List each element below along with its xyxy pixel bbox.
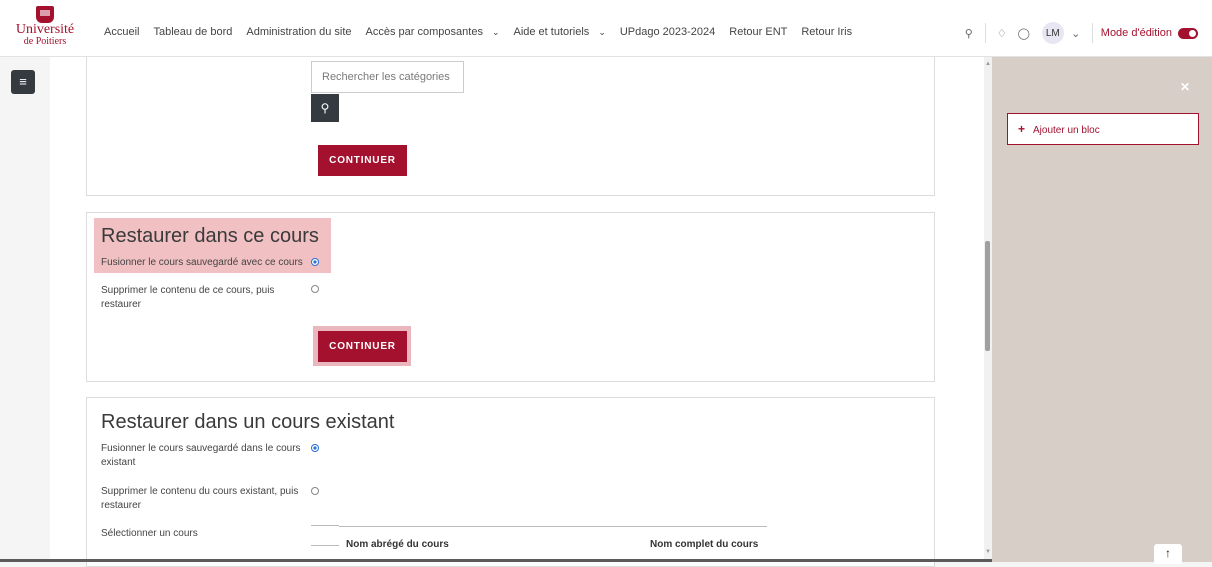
user-avatar[interactable]: LM bbox=[1041, 22, 1064, 44]
option-label-delete-existing: Supprimer le contenu du cours existant, … bbox=[101, 486, 299, 511]
radio-delete-existing[interactable] bbox=[311, 487, 319, 495]
nav-item-retour-ent[interactable]: Retour ENT bbox=[729, 26, 794, 38]
continue-button-this-course[interactable]: CONTINUER bbox=[318, 331, 407, 362]
scroll-up-arrow-icon[interactable]: ▲ bbox=[985, 61, 991, 67]
add-block-button[interactable]: + Ajouter un bloc bbox=[1007, 113, 1199, 145]
continue-button-new-course[interactable]: CONTINUER bbox=[318, 145, 407, 176]
section-title-restore-this-course: Restaurer dans ce cours bbox=[101, 225, 319, 247]
option-label-merge-this: Fusionner le cours sauvegardé avec ce co… bbox=[101, 257, 303, 268]
table-header-short-name[interactable]: Nom abrégé du cours bbox=[346, 539, 449, 550]
new-course-card bbox=[86, 57, 935, 196]
scroll-down-arrow-icon[interactable]: ▼ bbox=[985, 549, 991, 555]
category-search-input[interactable]: Rechercher les catégories bbox=[311, 61, 464, 93]
radio-delete-this[interactable] bbox=[311, 285, 319, 293]
chevron-down-icon[interactable]: ⌄ bbox=[1068, 27, 1084, 40]
nav-item-retour-iris[interactable]: Retour Iris bbox=[801, 26, 859, 38]
navbar-actions: ⚲ ♢ ◯ LM ⌄ Mode d'édition bbox=[961, 22, 1198, 44]
arrow-up-icon: ↑ bbox=[1165, 546, 1171, 560]
chevron-down-icon: ⌄ bbox=[491, 27, 500, 37]
primary-nav: Accueil Tableau de bord Administration d… bbox=[104, 26, 866, 38]
option-label-delete-this: Supprimer le contenu de ce cours, puis r… bbox=[101, 285, 275, 310]
search-icon: ⚲ bbox=[320, 101, 330, 115]
nav-item-aide-tutoriels[interactable]: Aide et tutoriels ⌄ bbox=[513, 26, 612, 38]
search-button[interactable]: ⚲ bbox=[311, 94, 339, 122]
table-rule bbox=[339, 526, 767, 527]
select-course-label: Sélectionner un cours bbox=[101, 528, 198, 539]
edit-mode-toggle[interactable] bbox=[1178, 27, 1198, 39]
logo-word-1: Université bbox=[15, 22, 75, 37]
plus-icon: + bbox=[1018, 122, 1026, 136]
list-icon: ≡ bbox=[19, 74, 27, 89]
table-rule bbox=[311, 545, 339, 546]
nav-item-updago[interactable]: UPdago 2023-2024 bbox=[620, 26, 722, 38]
radio-merge-this[interactable] bbox=[311, 258, 319, 266]
table-header-full-name[interactable]: Nom complet du cours bbox=[650, 539, 758, 550]
edit-mode-label: Mode d'édition bbox=[1100, 27, 1172, 39]
bell-icon[interactable]: ♢ bbox=[994, 27, 1010, 40]
chevron-down-icon: ⌄ bbox=[598, 27, 606, 37]
crest-icon bbox=[36, 6, 54, 23]
scrollbar-thumb[interactable] bbox=[985, 241, 990, 351]
nav-item-acces-composantes[interactable]: Accès par composantes ⌄ bbox=[366, 26, 507, 38]
chat-bubble-icon[interactable]: ◯ bbox=[1016, 27, 1032, 40]
course-index-toggle-button[interactable]: ≡ bbox=[11, 70, 35, 94]
add-block-label: Ajouter un bloc bbox=[1033, 125, 1100, 136]
back-to-top-button[interactable]: ↑ bbox=[1154, 544, 1182, 564]
top-navbar: Université de Poitiers Accueil Tableau d… bbox=[0, 0, 1212, 57]
search-icon[interactable]: ⚲ bbox=[961, 27, 977, 40]
option-label-merge-existing: Fusionner le cours sauvegardé dans le co… bbox=[101, 443, 301, 468]
section-title-restore-existing: Restaurer dans un cours existant bbox=[101, 411, 395, 433]
table-rule bbox=[311, 525, 339, 526]
radio-merge-existing[interactable] bbox=[311, 444, 319, 452]
nav-item-accueil[interactable]: Accueil bbox=[104, 26, 146, 38]
university-logo[interactable]: Université de Poitiers bbox=[15, 6, 75, 50]
close-icon[interactable]: ✕ bbox=[1180, 80, 1190, 94]
logo-word-2: de Poitiers bbox=[23, 36, 67, 47]
divider bbox=[1091, 23, 1093, 43]
nav-item-administration[interactable]: Administration du site bbox=[246, 26, 358, 38]
divider bbox=[984, 23, 986, 43]
nav-item-tableau-de-bord[interactable]: Tableau de bord bbox=[153, 26, 239, 38]
